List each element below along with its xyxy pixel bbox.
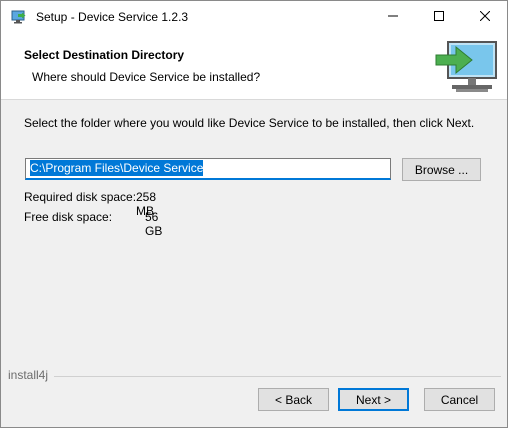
page-subtitle: Where should Device Service be installed… bbox=[32, 70, 261, 84]
installer-brand: install4j bbox=[8, 368, 49, 382]
free-disk-space-value: 56 GB bbox=[145, 210, 163, 238]
instruction-text: Select the folder where you would like D… bbox=[24, 116, 475, 130]
browse-button[interactable]: Browse ... bbox=[402, 158, 481, 181]
free-disk-space: Free disk space: 56 GB bbox=[24, 210, 162, 238]
maximize-button[interactable] bbox=[416, 1, 462, 33]
cancel-button[interactable]: Cancel bbox=[424, 388, 495, 411]
close-icon bbox=[479, 10, 491, 24]
back-button[interactable]: < Back bbox=[258, 388, 329, 411]
wizard-header: Select Destination Directory Where shoul… bbox=[1, 33, 507, 100]
close-button[interactable] bbox=[462, 1, 507, 33]
maximize-icon bbox=[434, 10, 444, 24]
minimize-icon bbox=[388, 10, 398, 24]
required-disk-space: Required disk space: 258 MB bbox=[24, 190, 156, 218]
next-button[interactable]: Next > bbox=[338, 388, 409, 411]
required-disk-space-label: Required disk space: bbox=[24, 190, 137, 204]
page-title: Select Destination Directory bbox=[24, 48, 185, 62]
computer-arrow-icon bbox=[434, 39, 500, 95]
setup-app-icon bbox=[11, 9, 27, 25]
setup-window: Setup - Device Service 1.2.3 Select Dest… bbox=[0, 0, 508, 428]
title-bar[interactable]: Setup - Device Service 1.2.3 bbox=[1, 1, 507, 33]
footer-divider bbox=[54, 376, 501, 377]
window-title: Setup - Device Service 1.2.3 bbox=[36, 10, 189, 24]
minimize-button[interactable] bbox=[370, 1, 416, 33]
destination-path-input[interactable]: C:\Program Files\Device Service bbox=[25, 158, 391, 180]
free-disk-space-label: Free disk space: bbox=[24, 210, 113, 224]
destination-path-value: C:\Program Files\Device Service bbox=[30, 160, 204, 176]
